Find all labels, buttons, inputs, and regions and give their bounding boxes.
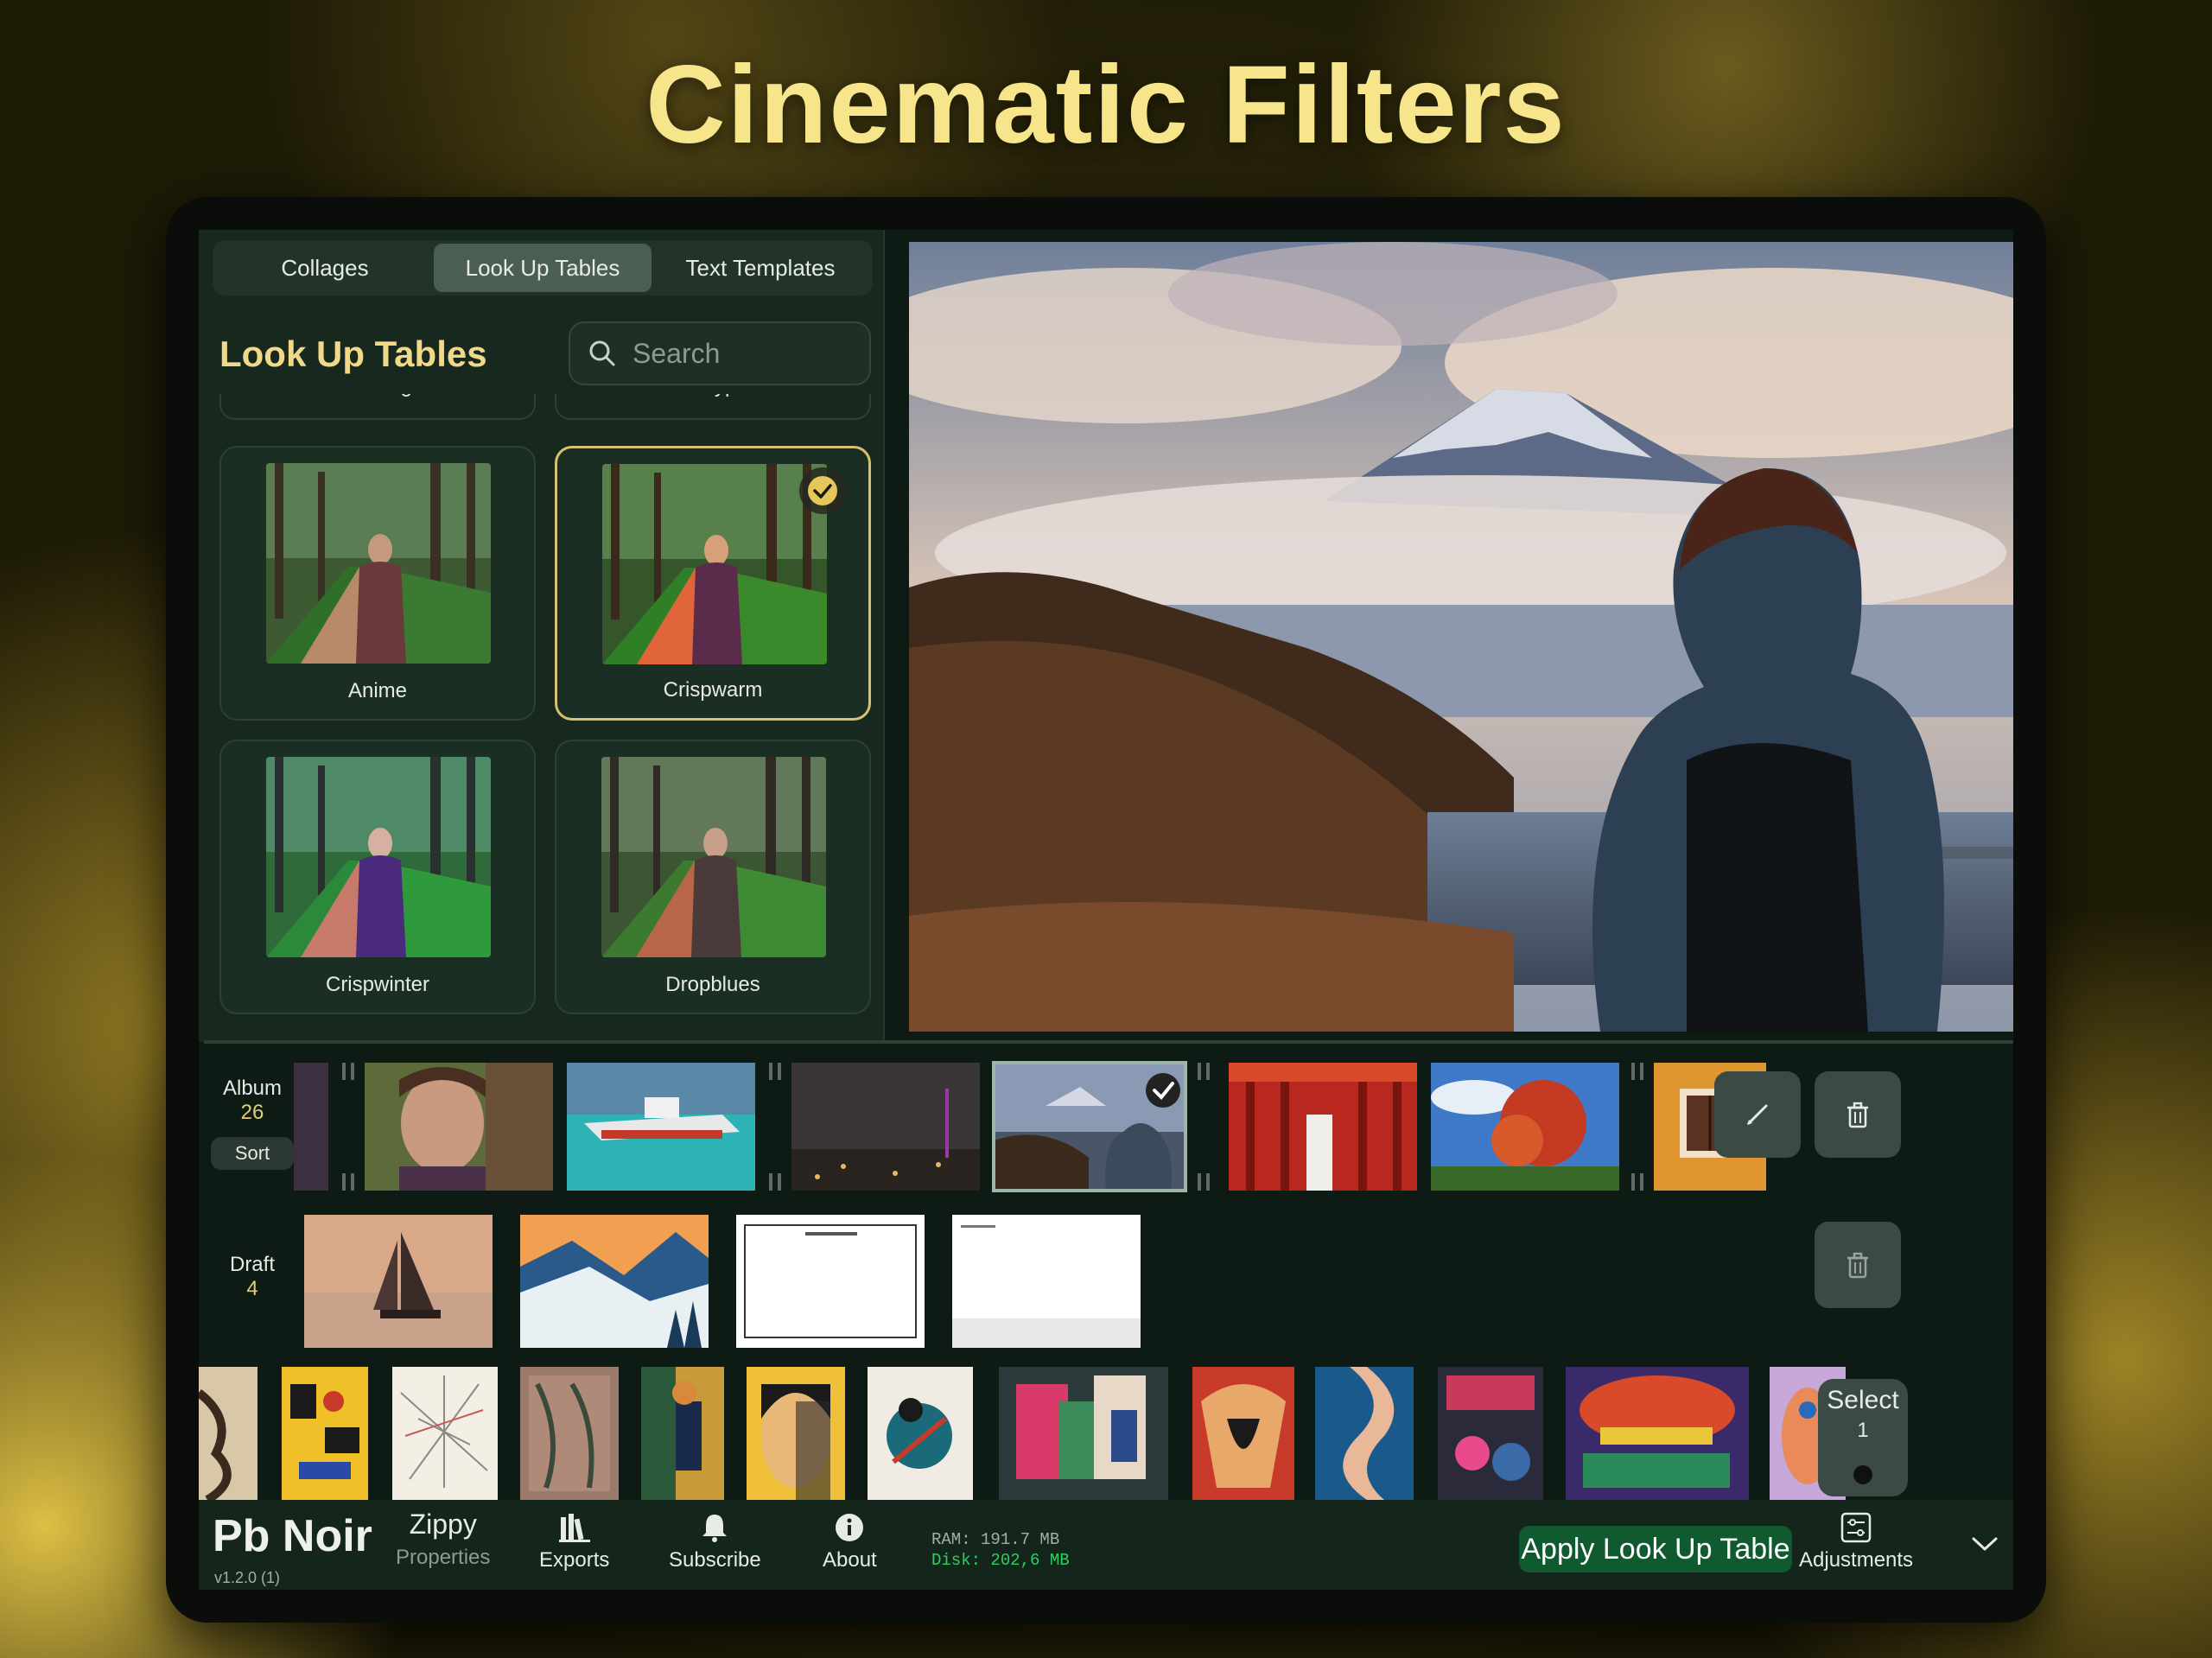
properties-title: Zippy (409, 1509, 477, 1540)
adjustments-button[interactable]: Adjustments (1799, 1512, 1913, 1572)
art-thumbnail[interactable] (282, 1367, 368, 1500)
album-thumbnail[interactable] (791, 1063, 980, 1191)
lut-thumbnail (266, 463, 491, 664)
about-button[interactable]: About (823, 1512, 877, 1572)
film-divider (1191, 1063, 1217, 1191)
art-thumbnail[interactable] (392, 1367, 498, 1500)
disk-usage: Disk: 202,6 MB (931, 1551, 1070, 1570)
lut-card-crispwarm[interactable]: Crispwarm (555, 446, 871, 721)
delete-draft-button[interactable] (1815, 1222, 1901, 1308)
properties-label: Properties (396, 1546, 491, 1569)
lut-name: Crispwinter (325, 973, 430, 996)
lut-name: Crispwarm (663, 678, 763, 702)
sort-button[interactable]: Sort (211, 1137, 294, 1170)
subscribe-label: Subscribe (669, 1548, 761, 1572)
draft-thumbnail[interactable] (520, 1215, 709, 1348)
memory-readout: RAM: 191.7 MB Disk: 202,6 MB (931, 1529, 1070, 1571)
lut-card-partial[interactable]: Candlelight (219, 394, 536, 420)
art-thumbnail[interactable] (1315, 1367, 1414, 1500)
panel-title: Look Up Tables (219, 334, 487, 374)
search-icon (589, 340, 615, 366)
select-label: Select (1827, 1386, 1899, 1414)
draft-thumbnail[interactable] (304, 1215, 493, 1348)
search-box[interactable] (569, 321, 871, 385)
draft-thumbnail[interactable] (952, 1215, 1141, 1348)
art-thumbnail[interactable] (641, 1367, 724, 1500)
tab-collages[interactable]: Collages (216, 244, 434, 292)
divider (204, 1040, 2013, 1044)
draft-label: Draft 4 (211, 1253, 294, 1301)
adjustments-label: Adjustments (1799, 1548, 1914, 1572)
search-input[interactable] (631, 336, 859, 371)
album-thumbnail[interactable] (567, 1063, 755, 1191)
exports-label: Exports (539, 1548, 610, 1572)
art-thumbnail[interactable] (747, 1367, 845, 1500)
tablet-frame: Collages Look Up Tables Text Templates L… (166, 197, 2046, 1623)
select-count: 1 (1857, 1419, 1869, 1442)
sliders-icon (1840, 1512, 1872, 1543)
lut-card-crispwinter[interactable]: Crispwinter (219, 740, 536, 1014)
info-icon (836, 1514, 864, 1541)
art-thumbnail[interactable] (999, 1367, 1168, 1500)
film-divider (762, 1063, 788, 1191)
lut-panel: Collages Look Up Tables Text Templates L… (199, 230, 885, 1042)
pencil-icon (1747, 1104, 1768, 1125)
art-thumbnail[interactable] (1192, 1367, 1294, 1500)
album-label: Album 26 (211, 1077, 294, 1125)
album-thumbnail[interactable] (294, 1063, 328, 1191)
album-thumbnail[interactable] (1431, 1063, 1619, 1191)
trash-icon (1847, 1102, 1868, 1128)
app-version: v1.2.0 (1) (214, 1569, 281, 1586)
app-screen: Collages Look Up Tables Text Templates L… (199, 230, 2013, 1590)
album-thumbnail[interactable] (365, 1063, 553, 1191)
panel-tabs: Collages Look Up Tables Text Templates (213, 240, 873, 295)
partial-card-row: Candlelight Bleachbypass 1 (219, 394, 876, 420)
trash-icon (1847, 1252, 1868, 1279)
art-thumbnail[interactable] (868, 1367, 973, 1500)
select-button[interactable]: Select 1 (1818, 1379, 1908, 1496)
film-divider (335, 1063, 361, 1191)
art-thumbnail[interactable] (199, 1367, 257, 1500)
lut-card-anime[interactable]: Anime (219, 446, 536, 721)
album-thumbnail[interactable] (1229, 1063, 1417, 1191)
exports-button[interactable]: Exports (539, 1512, 609, 1572)
art-thumbnail[interactable] (1438, 1367, 1543, 1500)
lut-thumbnail (602, 464, 827, 664)
film-divider (1624, 1063, 1650, 1191)
album-title: Album (222, 1077, 283, 1100)
subscribe-button[interactable]: Subscribe (669, 1512, 761, 1572)
draft-count: 4 (246, 1277, 258, 1300)
draft-title: Draft (229, 1253, 275, 1276)
edit-button[interactable] (1714, 1071, 1801, 1158)
bottom-toolbar: Pb Noir v1.2.0 (1) Zippy Properties Expo… (199, 1500, 2013, 1590)
lut-thumbnail (266, 757, 491, 957)
apply-look-up-table-button[interactable]: Apply Look Up Table (1519, 1526, 1792, 1572)
tab-text-templates[interactable]: Text Templates (652, 244, 869, 292)
lut-card-dropblues[interactable]: Dropblues (555, 740, 871, 1014)
lut-card-partial[interactable]: Bleachbypass 1 (555, 394, 871, 420)
exports-icon (558, 1514, 590, 1542)
properties-button[interactable]: Zippy Properties (396, 1509, 490, 1570)
about-label: About (823, 1548, 877, 1572)
lut-thumbnail (601, 757, 826, 957)
bell-icon (702, 1515, 728, 1542)
select-indicator (1853, 1465, 1872, 1484)
chevron-down-icon[interactable] (1970, 1534, 1999, 1553)
ram-usage: RAM: 191.7 MB (931, 1530, 1060, 1549)
lut-name: Anime (347, 679, 408, 702)
lut-name: Dropblues (665, 973, 760, 996)
tab-look-up-tables[interactable]: Look Up Tables (434, 244, 652, 292)
photo-preview[interactable] (909, 242, 2013, 1032)
app-name: Pb Noir (213, 1511, 372, 1561)
album-count: 26 (240, 1101, 264, 1124)
delete-album-button[interactable] (1815, 1071, 1901, 1158)
promo-headline: Cinematic Filters (645, 43, 1567, 167)
art-thumbnail[interactable] (520, 1367, 619, 1500)
art-thumbnail[interactable] (1566, 1367, 1749, 1500)
selected-checkmark-icon (799, 467, 846, 514)
draft-thumbnail[interactable] (736, 1215, 925, 1348)
album-thumbnail-selected[interactable] (992, 1061, 1187, 1192)
